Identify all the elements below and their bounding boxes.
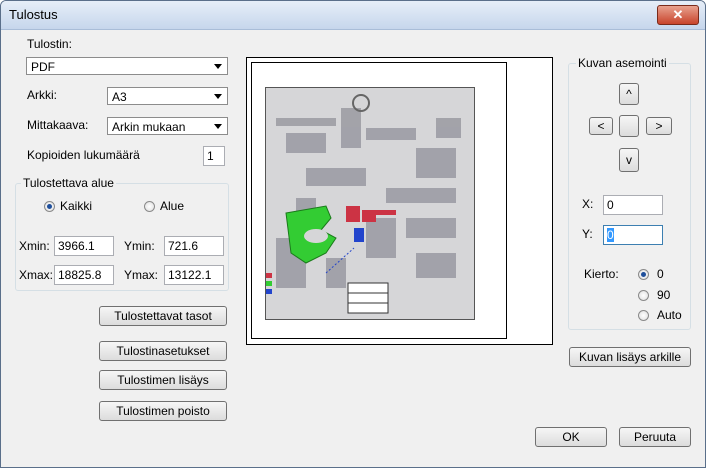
close-icon: ✕	[672, 7, 684, 22]
ok-button[interactable]: OK	[535, 427, 607, 447]
y-label: Y:	[582, 227, 593, 241]
printer-label: Tulostin:	[27, 37, 72, 51]
scale-label: Mittakaava:	[27, 118, 89, 132]
xmin-input[interactable]: 3966.1	[54, 236, 114, 256]
scale-value: Arkin mukaan	[112, 120, 186, 134]
print-dialog: Tulostus ✕ Tulostin: PDF Arkki: A3 Mitta…	[0, 0, 706, 468]
y-value: 0	[607, 228, 614, 242]
sheet-select[interactable]: A3	[107, 87, 228, 105]
printer-value: PDF	[31, 60, 55, 74]
rotation-90-label: 90	[657, 288, 671, 302]
print-area-title: Tulostettava alue	[21, 176, 116, 190]
chevron-down-icon	[214, 94, 222, 99]
scale-select[interactable]: Arkin mukaan	[107, 117, 228, 135]
ymax-label: Ymax:	[124, 268, 159, 282]
window-title: Tulostus	[9, 7, 58, 22]
rotation-auto-radio[interactable]	[638, 310, 649, 321]
y-input[interactable]: 0	[603, 225, 663, 245]
arrow-up-icon: ^	[626, 87, 632, 101]
radio-area-label: Alue	[160, 199, 185, 213]
printer-select[interactable]: PDF	[26, 57, 228, 75]
print-preview	[246, 57, 553, 345]
map-drawing	[266, 88, 474, 319]
radio-all-label: Kaikki	[60, 199, 93, 213]
map-preview-image	[265, 87, 475, 320]
add-image-to-sheet-button[interactable]: Kuvan lisäys arkille	[569, 347, 691, 367]
copies-input[interactable]: 1	[203, 146, 225, 166]
arrow-down-icon: v	[626, 153, 632, 167]
x-label: X:	[582, 197, 594, 211]
rotation-auto-label: Auto	[657, 308, 682, 322]
copies-label: Kopioiden lukumäärä	[27, 148, 140, 162]
xmax-label: Xmax:	[19, 268, 54, 282]
radio-all[interactable]	[44, 201, 55, 212]
xmin-label: Xmin:	[19, 239, 50, 253]
move-up-button[interactable]: ^	[619, 83, 639, 105]
radio-area[interactable]	[144, 201, 155, 212]
ymin-label: Ymin:	[124, 239, 155, 253]
center-button[interactable]	[619, 115, 639, 137]
print-layers-button[interactable]: Tulostettavat tasot	[99, 306, 227, 326]
positioning-title: Kuvan asemointi	[576, 56, 669, 70]
remove-printer-button[interactable]: Tulostimen poisto	[99, 401, 227, 421]
arrow-right-icon: >	[655, 119, 663, 133]
move-left-button[interactable]: <	[589, 117, 613, 135]
move-down-button[interactable]: v	[619, 148, 639, 172]
sheet-label: Arkki:	[27, 88, 57, 102]
rotation-90-radio[interactable]	[638, 290, 649, 301]
chevron-down-icon	[214, 124, 222, 129]
arrow-left-icon: <	[597, 119, 605, 133]
add-printer-button[interactable]: Tulostimen lisäys	[99, 370, 227, 390]
move-right-button[interactable]: >	[646, 117, 672, 135]
xmax-input[interactable]: 18825.8	[54, 265, 114, 285]
ymax-input[interactable]: 13122.1	[164, 265, 224, 285]
x-input[interactable]: 0	[603, 195, 663, 215]
close-button[interactable]: ✕	[657, 5, 699, 25]
rotation-label: Kierto:	[584, 267, 619, 281]
cancel-button[interactable]: Peruuta	[619, 427, 691, 447]
rotation-0-radio[interactable]	[638, 269, 649, 280]
preview-page	[251, 62, 507, 339]
title-bar: Tulostus ✕	[1, 1, 705, 30]
printer-settings-button[interactable]: Tulostinasetukset	[99, 341, 227, 361]
rotation-0-label: 0	[657, 267, 664, 281]
ymin-input[interactable]: 721.6	[164, 236, 224, 256]
sheet-value: A3	[112, 90, 127, 104]
chevron-down-icon	[214, 64, 222, 69]
